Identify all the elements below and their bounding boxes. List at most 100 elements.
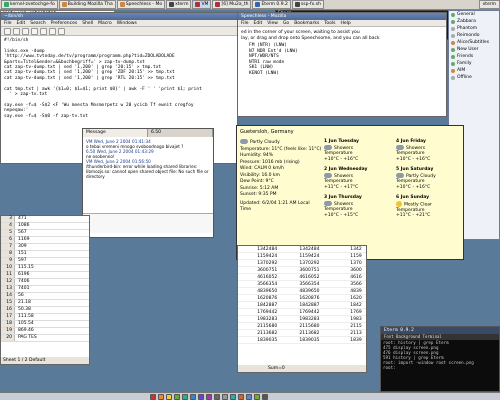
menu-item[interactable]: Edit bbox=[254, 20, 263, 26]
dock-app-icon[interactable] bbox=[206, 393, 212, 400]
eterm-console[interactable]: Eterm 0.9.2 Font Background Terminal roo… bbox=[380, 326, 500, 392]
table-row[interactable]: 1342484 1342484 1342 bbox=[238, 246, 366, 253]
table-row[interactable]: 16 50.38 bbox=[1, 307, 89, 314]
menu-item[interactable]: Preferences bbox=[51, 20, 77, 26]
table-row[interactable]: 1842887 1842887 1842 bbox=[238, 302, 366, 309]
cell-value: 597 bbox=[18, 258, 27, 263]
table-row[interactable]: 18 105.54 bbox=[1, 321, 89, 328]
menu-item[interactable]: File bbox=[4, 20, 12, 26]
menu-item[interactable]: Help bbox=[340, 20, 350, 26]
buddy-item[interactable]: Alice/Subtitles bbox=[449, 39, 499, 46]
dock-app-icon[interactable] bbox=[254, 393, 260, 400]
buddy-item[interactable]: New User bbox=[449, 46, 499, 53]
taskbar-button[interactable]: Building Mozilla Tha bbox=[58, 0, 116, 9]
table-row[interactable]: 3600751 3600751 3600 bbox=[238, 267, 366, 274]
table-row[interactable]: 4 1086 bbox=[1, 223, 89, 230]
buddy-item[interactable]: Reimondo bbox=[449, 32, 499, 39]
taskbar-button[interactable]: Speechless - Mo bbox=[116, 0, 166, 9]
dock-app-icon[interactable] bbox=[246, 393, 252, 400]
buddy-item[interactable]: Friends bbox=[449, 53, 499, 60]
im-tab[interactable]: Message bbox=[83, 129, 148, 137]
dock-app-icon[interactable] bbox=[158, 393, 164, 400]
table-row[interactable]: 1983283 1983283 1983 bbox=[238, 316, 366, 323]
table-row[interactable]: 6 1169 bbox=[1, 237, 89, 244]
table-row[interactable]: 2113682 2113682 2113 bbox=[238, 330, 366, 337]
new-file-icon[interactable] bbox=[4, 28, 11, 35]
menu-item[interactable]: View bbox=[267, 20, 278, 26]
table-row[interactable]: 8 151 bbox=[1, 251, 89, 258]
table-row[interactable]: 14 56 bbox=[1, 293, 89, 300]
buddy-name: Zabbara bbox=[457, 19, 476, 24]
buddy-item[interactable]: Zabbara bbox=[449, 18, 499, 25]
dock-app-icon[interactable] bbox=[238, 393, 244, 400]
table-row[interactable]: 1769442 1769442 1769 bbox=[238, 309, 366, 316]
dock-app-icon[interactable] bbox=[198, 393, 204, 400]
taskbar-button[interactable]: ssp-fx.sh bbox=[291, 0, 324, 9]
table-row[interactable]: 20 PAG TES bbox=[1, 335, 89, 342]
undo-icon[interactable] bbox=[58, 28, 65, 35]
dock-app-icon[interactable] bbox=[230, 393, 236, 400]
table-row[interactable]: 19 869.46 bbox=[1, 328, 89, 335]
data-table-window[interactable]: 1342484 1342484 1342 1159424 1159424 1159 1370… bbox=[237, 245, 367, 373]
table-row[interactable]: 17 111.58 bbox=[1, 314, 89, 321]
table-row[interactable]: 15 21.18 bbox=[1, 300, 89, 307]
menu-item[interactable]: Search bbox=[30, 20, 45, 26]
table-row[interactable]: 4839650 4839650 4839 bbox=[238, 288, 366, 295]
buddy-item[interactable]: Phantom bbox=[449, 25, 499, 32]
menu-item[interactable]: Edit bbox=[17, 20, 26, 26]
save-icon[interactable] bbox=[22, 28, 29, 35]
open-file-icon[interactable] bbox=[13, 28, 20, 35]
dock-app-icon[interactable] bbox=[262, 393, 268, 400]
buddy-item[interactable]: AIM bbox=[449, 67, 499, 74]
paste-icon[interactable] bbox=[49, 28, 56, 35]
menu-item[interactable]: Go bbox=[283, 20, 289, 26]
table-row[interactable]: 2115680 2115680 2115 bbox=[238, 323, 366, 330]
menu-item[interactable]: Tools bbox=[324, 20, 335, 26]
table-row[interactable]: 7 309 bbox=[1, 244, 89, 251]
table-row[interactable]: 9 597 bbox=[1, 258, 89, 265]
copy-icon[interactable] bbox=[40, 28, 47, 35]
weather-location: Guetersloh, Germany bbox=[240, 129, 294, 135]
buddy-item[interactable]: General bbox=[449, 11, 499, 18]
table-row[interactable]: 1370292 1370292 1370 bbox=[238, 260, 366, 267]
taskbar-button[interactable]: Eterm 0.9.2 bbox=[252, 0, 291, 9]
im-input[interactable] bbox=[83, 213, 213, 233]
browser-window[interactable]: Speechless - Mozilla File Edit View Go Bookm… bbox=[237, 12, 447, 117]
table-row[interactable]: 11 6196 bbox=[1, 272, 89, 279]
weather-current: Partly Cloudy Temperature: 11°C (feels l… bbox=[240, 139, 322, 224]
table-row[interactable]: 5 567 bbox=[1, 230, 89, 237]
taskbar-button[interactable]: [6] Mu2a_th bbox=[212, 0, 252, 9]
cut-icon[interactable] bbox=[31, 28, 38, 35]
buddy-item[interactable]: Offline bbox=[449, 74, 499, 81]
cell-value: 4839650 bbox=[257, 289, 278, 294]
table-row[interactable]: 1839035 1839035 1839 bbox=[238, 337, 366, 344]
dock-app-icon[interactable] bbox=[222, 393, 228, 400]
buddy-item[interactable]: Family bbox=[449, 60, 499, 67]
menu-item[interactable]: Shell bbox=[82, 20, 93, 26]
dock-app-icon[interactable] bbox=[150, 393, 156, 400]
dock-app-icon[interactable] bbox=[214, 393, 220, 400]
taskbar-button[interactable]: xterm bbox=[166, 0, 192, 9]
list-item[interactable]: KENOT (LNW) bbox=[249, 71, 443, 77]
table-row[interactable]: 10 115.15 bbox=[1, 265, 89, 272]
im-tab[interactable]: 6.50 bbox=[148, 129, 213, 137]
menu-item[interactable]: File bbox=[241, 20, 249, 26]
table-row[interactable]: 3566354 3566354 3566 bbox=[238, 281, 366, 288]
menu-item[interactable]: Windows bbox=[117, 20, 137, 26]
table-row[interactable]: 1620876 1620876 1620 bbox=[238, 295, 366, 302]
spreadsheet-window[interactable]: 3 471 4 1086 5 567 6 1169 7 309 8 151 9 597 10 115.15 11… bbox=[0, 215, 90, 365]
table-row[interactable]: 12 7406 bbox=[1, 279, 89, 286]
table-row[interactable]: 3 471 bbox=[1, 216, 89, 223]
im-message-window[interactable]: Message 6.50 VM Wed, June 2 2004 01:41:34… bbox=[82, 128, 214, 238]
taskbar-button[interactable]: kernel-zvetochge-fo bbox=[1, 0, 58, 9]
table-row[interactable]: 1159424 1159424 1159 bbox=[238, 253, 366, 260]
dock-app-icon[interactable] bbox=[190, 393, 196, 400]
dock-app-icon[interactable] bbox=[166, 393, 172, 400]
menu-item[interactable]: Bookmarks bbox=[294, 20, 319, 26]
menu-item[interactable]: Macro bbox=[98, 20, 112, 26]
dock-app-icon[interactable] bbox=[174, 393, 180, 400]
table-row[interactable]: 4616052 4616052 4616 bbox=[238, 274, 366, 281]
dock-app-icon[interactable] bbox=[182, 393, 188, 400]
taskbar-button[interactable]: VM bbox=[192, 0, 212, 9]
table-row[interactable]: 13 7401 bbox=[1, 286, 89, 293]
